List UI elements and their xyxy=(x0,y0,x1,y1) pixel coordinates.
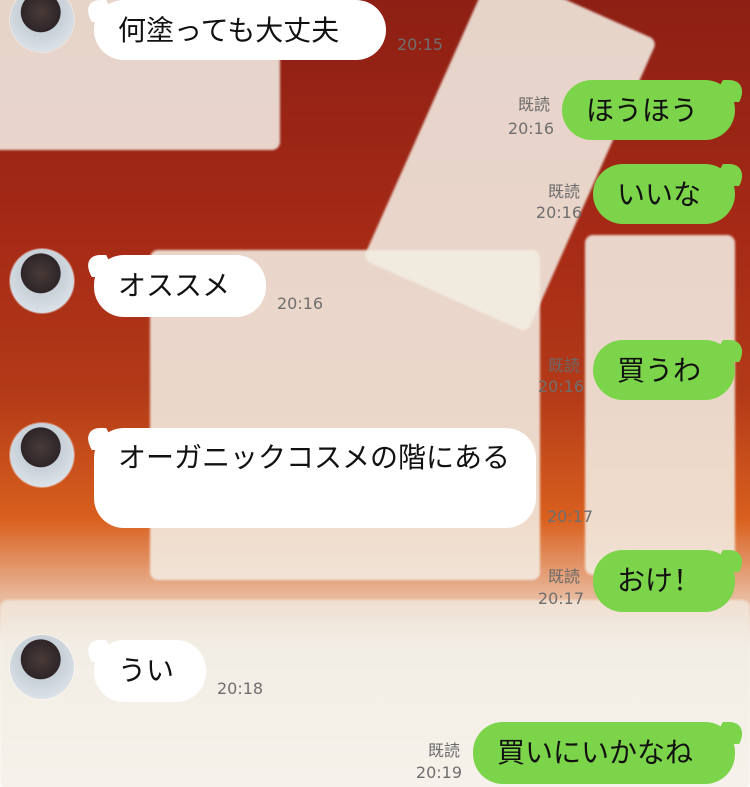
message-bubble-incoming[interactable]: 何塗っても大丈夫 xyxy=(94,0,386,60)
read-status: 既読 xyxy=(548,356,581,375)
contact-avatar[interactable] xyxy=(10,249,74,313)
message-bubble-outgoing[interactable]: 買うわ xyxy=(593,340,735,400)
read-status: 既読 xyxy=(548,567,581,586)
contact-avatar[interactable] xyxy=(10,423,74,487)
background-shape xyxy=(585,235,735,575)
read-status: 既読 xyxy=(548,182,581,201)
message-bubble-incoming[interactable]: うい xyxy=(94,640,206,702)
read-status: 既読 xyxy=(518,95,551,114)
message-bubble-incoming[interactable]: オーガニックコスメの階にある xyxy=(94,428,536,528)
message-time: 20:17 xyxy=(537,589,584,608)
message-time: 20:16 xyxy=(535,203,582,222)
message-time: 20:15 xyxy=(397,35,444,54)
message-bubble-outgoing[interactable]: おけ！ xyxy=(593,550,735,612)
message-bubble-incoming[interactable]: オススメ xyxy=(94,255,266,317)
message-time: 20:16 xyxy=(537,377,584,396)
message-time: 20:19 xyxy=(415,763,462,782)
contact-avatar[interactable] xyxy=(10,635,74,699)
message-time: 20:17 xyxy=(547,507,594,526)
read-status: 既読 xyxy=(428,741,461,760)
message-bubble-outgoing[interactable]: いいな xyxy=(593,164,735,224)
message-bubble-outgoing[interactable]: 買いにいかなね xyxy=(473,722,735,784)
message-bubble-outgoing[interactable]: ほうほう xyxy=(562,80,735,140)
message-time: 20:16 xyxy=(277,294,324,313)
message-time: 20:16 xyxy=(507,119,554,138)
message-time: 20:18 xyxy=(217,679,264,698)
